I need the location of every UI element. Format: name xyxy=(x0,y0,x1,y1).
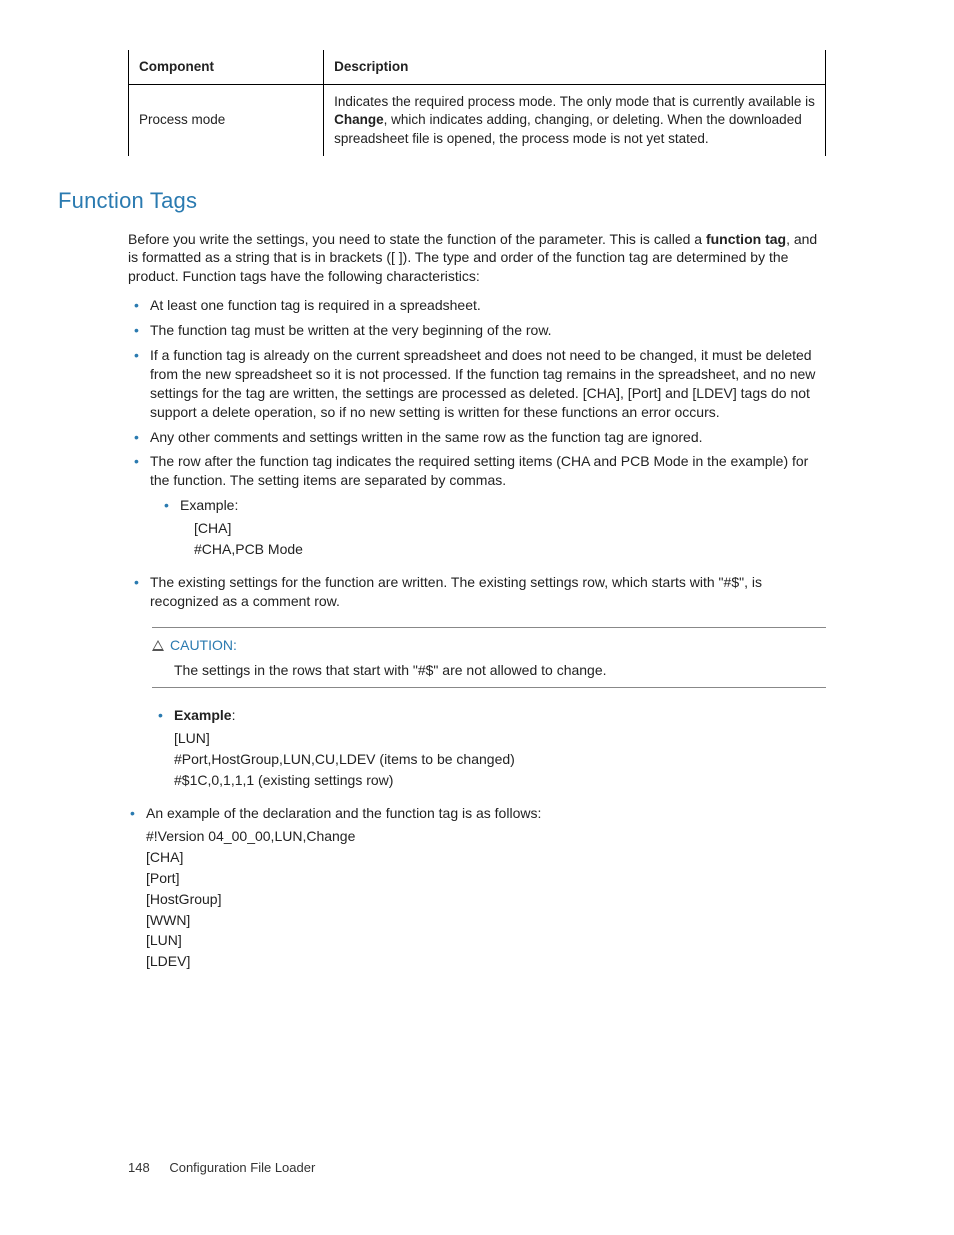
decl-line: [WWN] xyxy=(146,911,826,930)
list-item: The existing settings for the function a… xyxy=(150,573,826,611)
intro-bold: function tag xyxy=(706,231,786,247)
example-lines: [CHA] #CHA,PCB Mode xyxy=(194,519,826,559)
decl-line: [Port] xyxy=(146,869,826,888)
table-row: Process mode Indicates the required proc… xyxy=(129,85,826,156)
example-line: [LUN] xyxy=(174,729,826,748)
section-heading-function-tags: Function Tags xyxy=(58,186,826,216)
desc-post: , which indicates adding, changing, or d… xyxy=(334,112,802,145)
example-list-2: Example: [LUN] #Port,HostGroup,LUN,CU,LD… xyxy=(174,706,826,790)
caution-label: CAUTION: xyxy=(170,637,237,653)
list-item: The function tag must be written at the … xyxy=(150,321,826,340)
page-number: 148 xyxy=(128,1160,150,1175)
decl-intro: An example of the declaration and the fu… xyxy=(146,805,541,821)
table-header-component: Component xyxy=(129,50,324,85)
decl-line: [HostGroup] xyxy=(146,890,826,909)
example-line: #CHA,PCB Mode xyxy=(194,540,826,559)
list-item: An example of the declaration and the fu… xyxy=(128,804,826,971)
caution-triangle-icon xyxy=(152,640,164,651)
table-cell-description: Indicates the required process mode. The… xyxy=(324,85,826,156)
example2-colon: : xyxy=(232,707,236,723)
page-footer: 148 Configuration File Loader xyxy=(128,1159,315,1177)
decl-line: [LUN] xyxy=(146,931,826,950)
table-cell-component: Process mode xyxy=(129,85,324,156)
example-line: #Port,HostGroup,LUN,CU,LDEV (items to be… xyxy=(174,750,826,769)
decl-lines: #!Version 04_00_00,LUN,Change [CHA] [Por… xyxy=(146,827,826,971)
list-item: At least one function tag is required in… xyxy=(150,296,826,315)
list-item: The row after the function tag indicates… xyxy=(150,452,826,558)
list-item: Example: [LUN] #Port,HostGroup,LUN,CU,LD… xyxy=(174,706,826,790)
intro-pre: Before you write the settings, you need … xyxy=(128,231,706,247)
list-item-text: The row after the function tag indicates… xyxy=(150,453,808,488)
example2-lines: [LUN] #Port,HostGroup,LUN,CU,LDEV (items… xyxy=(174,729,826,790)
component-table: Component Description Process mode Indic… xyxy=(128,50,826,156)
decl-line: [CHA] xyxy=(146,848,826,867)
intro-paragraph: Before you write the settings, you need … xyxy=(128,230,826,287)
decl-line: [LDEV] xyxy=(146,952,826,971)
sub-list-item: Example: [CHA] #CHA,PCB Mode xyxy=(180,496,826,559)
bullet-list-1: At least one function tag is required in… xyxy=(128,296,826,559)
caution-body: The settings in the rows that start with… xyxy=(174,661,826,680)
example2-label: Example xyxy=(174,707,232,723)
list-item: Any other comments and settings written … xyxy=(150,428,826,447)
example-line: #$1C,0,1,1,1 (existing settings row) xyxy=(174,771,826,790)
declaration-list: An example of the declaration and the fu… xyxy=(128,804,826,971)
desc-pre: Indicates the required process mode. The… xyxy=(334,94,815,109)
list-item: If a function tag is already on the curr… xyxy=(150,346,826,422)
table-header-row: Component Description xyxy=(129,50,826,85)
sub-bullet-list: Example: [CHA] #CHA,PCB Mode xyxy=(180,496,826,559)
footer-title: Configuration File Loader xyxy=(169,1160,315,1175)
example-label: Example: xyxy=(180,497,238,513)
bullet-list-2: The existing settings for the function a… xyxy=(128,573,826,611)
caution-header: CAUTION: xyxy=(152,636,826,655)
desc-bold: Change xyxy=(334,112,384,127)
table-header-description: Description xyxy=(324,50,826,85)
example-line: [CHA] xyxy=(194,519,826,538)
caution-box: CAUTION: The settings in the rows that s… xyxy=(152,627,826,689)
decl-line: #!Version 04_00_00,LUN,Change xyxy=(146,827,826,846)
